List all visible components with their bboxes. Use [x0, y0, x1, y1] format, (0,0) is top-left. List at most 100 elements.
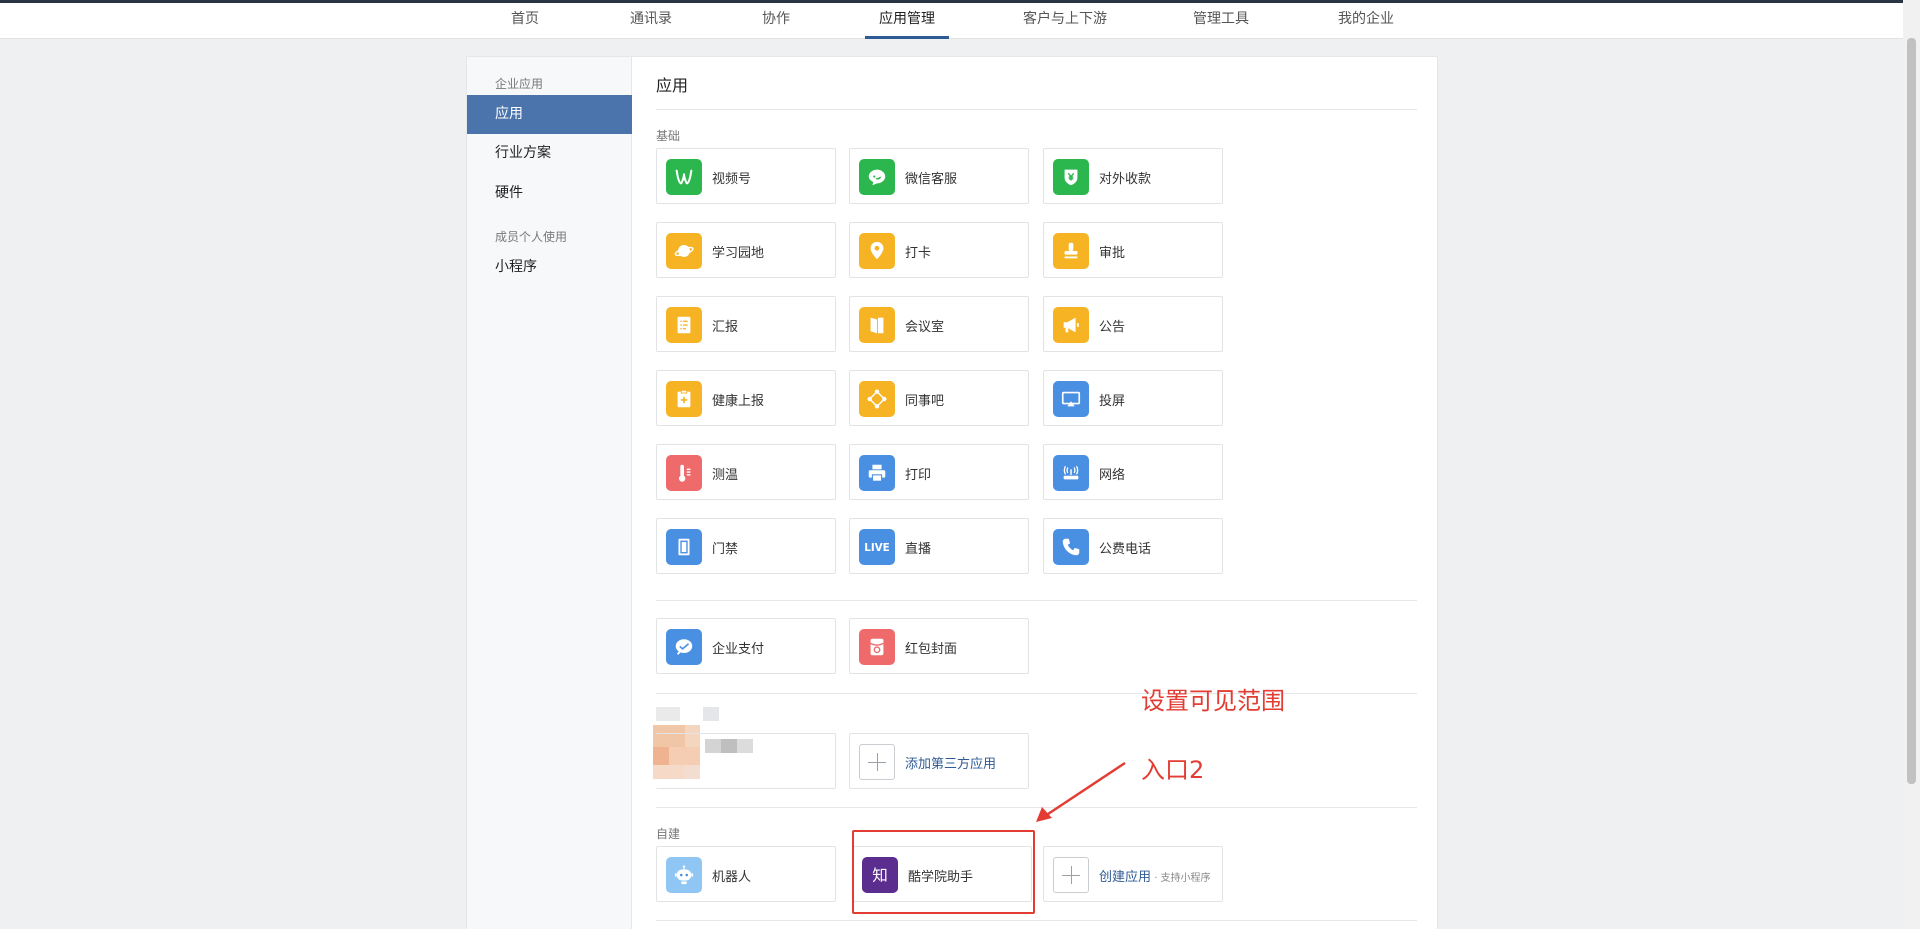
robot-icon	[666, 857, 702, 893]
create-app-subtext: · 支持小程序	[1151, 873, 1211, 884]
sidebar-item-hardware[interactable]: 硬件	[467, 174, 632, 213]
app-card-learning[interactable]: 学习园地	[656, 222, 836, 278]
app-card-red-packet[interactable]: 红包封面	[849, 618, 1029, 674]
app-card-colleague-forum[interactable]: 同事吧	[849, 370, 1029, 426]
section-basic-label: 基础	[656, 129, 681, 143]
app-label: 健康上报	[712, 394, 765, 409]
create-app-label: 创建应用 · 支持小程序	[1099, 866, 1211, 885]
app-card-meeting-room[interactable]: 会议室	[849, 296, 1029, 352]
nav-my-enterprise[interactable]: 我的企业	[1324, 3, 1408, 39]
app-label: 直播	[905, 542, 932, 557]
app-card-enterprise-pay[interactable]: 企业支付	[656, 618, 836, 674]
door-icon	[859, 307, 895, 343]
app-label: 公费电话	[1099, 542, 1152, 557]
cast-screen-icon	[1053, 381, 1089, 417]
app-card-wechat-service[interactable]: 微信客服	[849, 148, 1029, 204]
app-label: 打印	[905, 468, 932, 483]
app-card-screen-cast[interactable]: 投屏	[1043, 370, 1223, 426]
app-label: 红包封面	[905, 642, 958, 657]
app-card-print[interactable]: 打印	[849, 444, 1029, 500]
nav-collaboration[interactable]: 协作	[748, 3, 804, 39]
app-card-robot[interactable]: 机器人	[656, 846, 836, 902]
thermometer-icon	[666, 455, 702, 491]
app-label: 学习园地	[712, 246, 765, 261]
app-card-temperature[interactable]: 测温	[656, 444, 836, 500]
live-icon: LIVE	[859, 529, 895, 565]
divider	[656, 920, 1417, 921]
nav-contacts[interactable]: 通讯录	[616, 3, 686, 39]
app-label: 投屏	[1099, 394, 1126, 409]
app-card-access-control[interactable]: 门禁	[656, 518, 836, 574]
content-title: 应用	[656, 76, 689, 95]
app-label: 审批	[1099, 246, 1126, 261]
divider	[656, 600, 1417, 601]
app-label: 企业支付	[712, 642, 765, 657]
app-card-health-report[interactable]: 健康上报	[656, 370, 836, 426]
nav-customers[interactable]: 客户与上下游	[1009, 3, 1121, 39]
page-scrollbar[interactable]	[1903, 0, 1920, 929]
nav-management-tools[interactable]: 管理工具	[1179, 3, 1263, 39]
red-packet-icon	[859, 629, 895, 665]
app-label: 会议室	[905, 320, 945, 335]
annotation-arrow-icon	[1036, 761, 1126, 822]
app-card-checkin[interactable]: 打卡	[849, 222, 1029, 278]
divider	[656, 693, 1417, 694]
payment-icon	[666, 629, 702, 665]
phone-icon	[1053, 529, 1089, 565]
location-pin-icon	[859, 233, 895, 269]
add-third-party-button[interactable]: 添加第三方应用	[849, 733, 1029, 789]
plus-icon	[1053, 857, 1089, 893]
router-icon	[1053, 455, 1089, 491]
create-app-button[interactable]: 创建应用 · 支持小程序	[1043, 846, 1223, 902]
report-doc-icon	[666, 307, 702, 343]
network-nodes-icon	[859, 381, 895, 417]
yuan-shield-icon	[1053, 159, 1089, 195]
nav-app-management[interactable]: 应用管理	[865, 3, 949, 39]
chat-bubble-icon	[859, 159, 895, 195]
app-label: 门禁	[712, 542, 739, 557]
printer-icon	[859, 455, 895, 491]
sidebar-item-miniprogram[interactable]: 小程序	[467, 248, 632, 287]
third-party-app-card[interactable]	[656, 733, 836, 789]
sidebar-group-enterprise: 企业应用	[495, 77, 544, 91]
sidebar: 企业应用 应用 行业方案 硬件 成员个人使用 小程序	[467, 57, 632, 929]
app-label: 微信客服	[905, 172, 958, 187]
live-icon-text: LIVE	[864, 542, 890, 554]
add-third-party-label: 添加第三方应用	[905, 757, 997, 772]
app-card-network[interactable]: 网络	[1043, 444, 1223, 500]
annotation-entry: 入口2	[1141, 756, 1205, 784]
app-label: 打卡	[905, 246, 932, 261]
app-card-approval[interactable]: 审批	[1043, 222, 1223, 278]
scrollbar-thumb[interactable]	[1907, 38, 1916, 784]
sidebar-item-apps[interactable]: 应用	[467, 95, 632, 134]
clipboard-plus-icon	[666, 381, 702, 417]
app-card-report[interactable]: 汇报	[656, 296, 836, 352]
app-label: 公告	[1099, 320, 1126, 335]
app-label: 汇报	[712, 320, 739, 335]
plus-icon	[859, 744, 895, 780]
section-custom-label: 自建	[656, 827, 681, 841]
main-panel: 企业应用 应用 行业方案 硬件 成员个人使用 小程序 应用 基础 视频号 微信客…	[466, 56, 1438, 929]
sidebar-group-personal: 成员个人使用	[495, 230, 568, 244]
top-nav: 首页 通讯录 协作 应用管理 客户与上下游 管理工具 我的企业	[0, 0, 1903, 39]
app-card-live[interactable]: LIVE 直播	[849, 518, 1029, 574]
app-label: 同事吧	[905, 394, 945, 409]
app-label: 测温	[712, 468, 739, 483]
stamp-icon	[1053, 233, 1089, 269]
app-label: 视频号	[712, 172, 752, 187]
annotation-title: 设置可见范围	[1141, 687, 1285, 715]
sidebar-item-industry[interactable]: 行业方案	[467, 134, 632, 173]
app-label: 对外收款	[1099, 172, 1152, 187]
app-card-phone[interactable]: 公费电话	[1043, 518, 1223, 574]
app-card-channels[interactable]: 视频号	[656, 148, 836, 204]
planet-icon	[666, 233, 702, 269]
highlight-box	[852, 830, 1035, 914]
create-app-text: 创建应用	[1099, 870, 1152, 885]
nav-home[interactable]: 首页	[497, 3, 553, 39]
app-card-external-payment[interactable]: 对外收款	[1043, 148, 1223, 204]
divider	[656, 109, 1417, 110]
app-label: 网络	[1099, 468, 1126, 483]
channels-icon	[666, 159, 702, 195]
app-card-announcement[interactable]: 公告	[1043, 296, 1223, 352]
megaphone-icon	[1053, 307, 1089, 343]
